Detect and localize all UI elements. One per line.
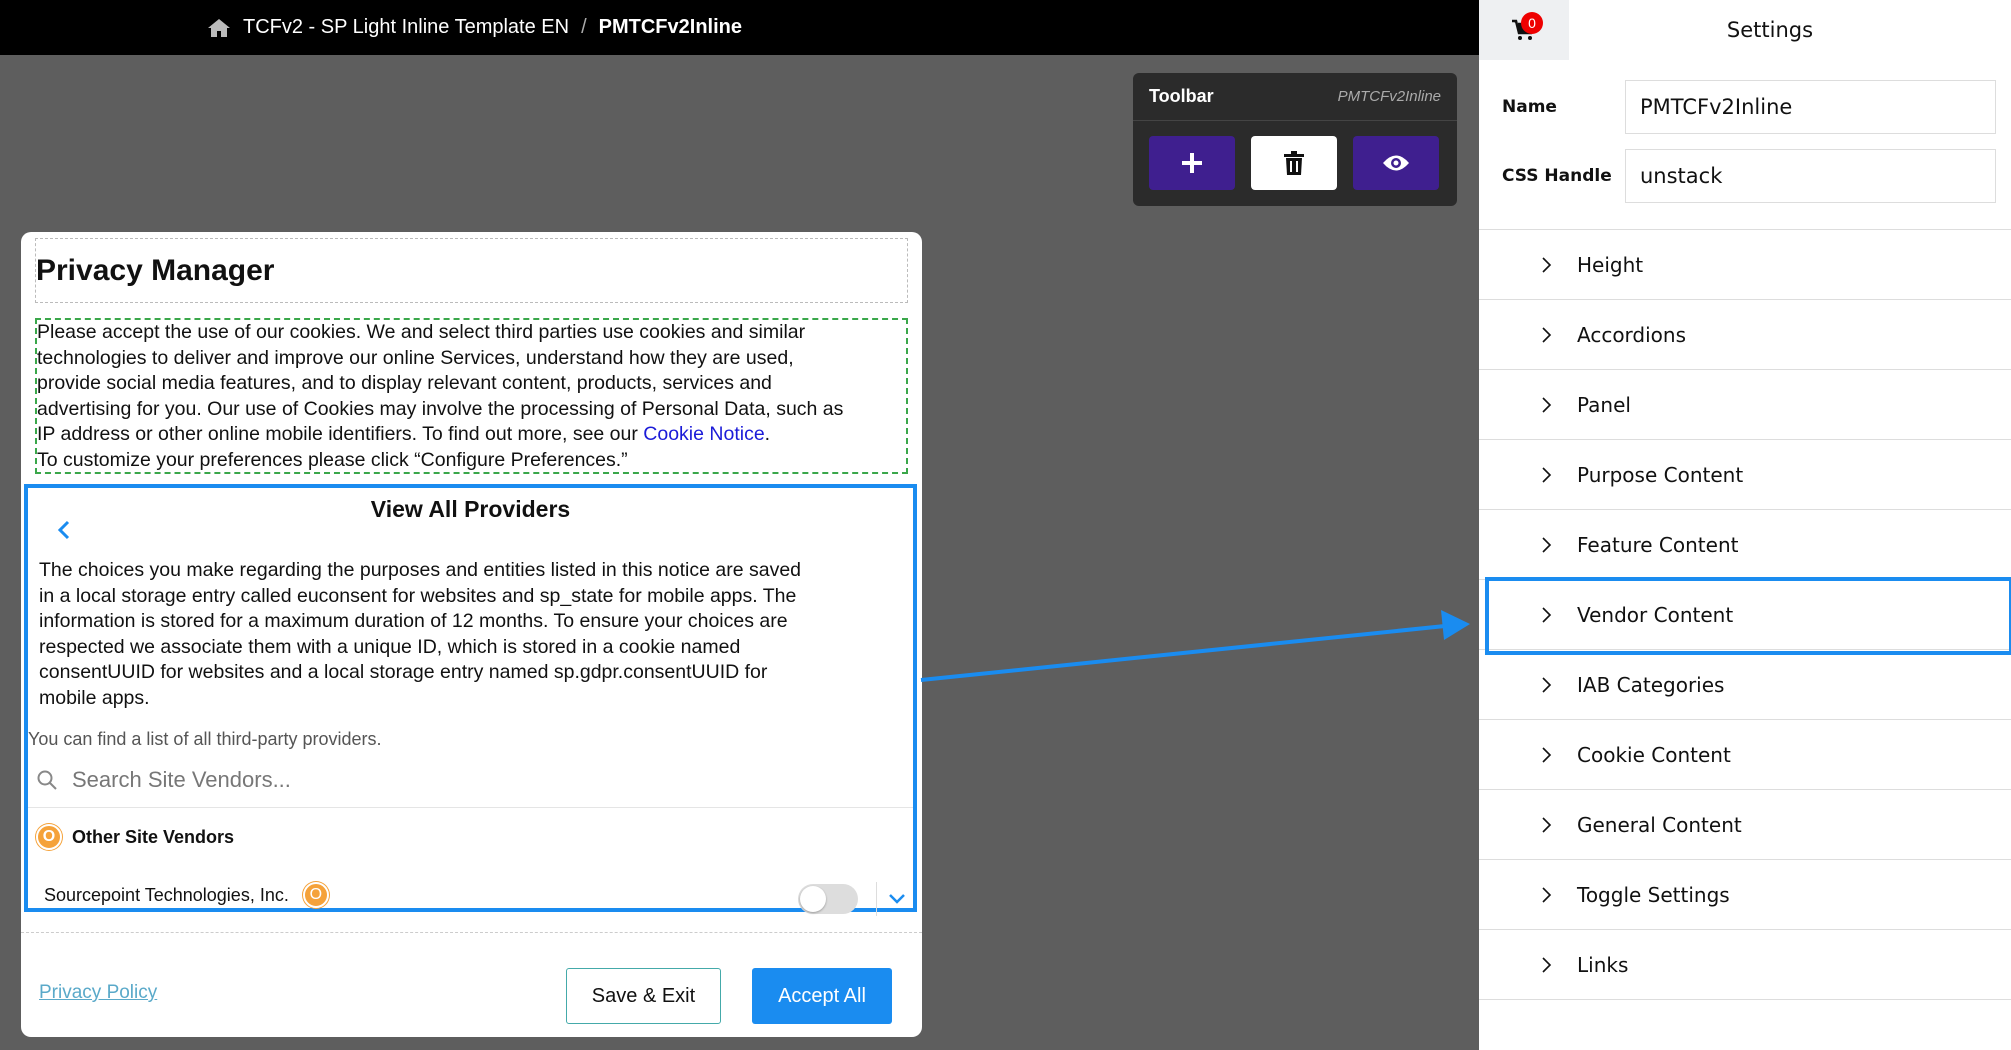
breadcrumb-parent[interactable]: TCFv2 - SP Light Inline Template EN [243, 16, 569, 39]
breadcrumb: TCFv2 - SP Light Inline Template EN / PM… [0, 0, 1479, 55]
cookie-notice-link[interactable]: Cookie Notice [643, 423, 764, 445]
accordion-vendor-content[interactable]: Vendor Content [1479, 577, 2011, 655]
breadcrumb-current: PMTCFv2Inline [598, 16, 742, 38]
settings-accordions: Height Accordions Panel Purpose Content … [1479, 229, 2011, 1000]
name-input[interactable] [1625, 79, 1996, 134]
preview-button[interactable] [1353, 136, 1439, 190]
name-label: Name [1502, 96, 1557, 117]
providers-line: respected we associate them with a uniqu… [39, 635, 741, 658]
desc-line: technologies to deliver and improve our … [37, 346, 794, 369]
accordion-feature-content[interactable]: Feature Content [1479, 510, 2011, 580]
view-all-providers-panel[interactable]: View All Providers The choices you make … [24, 484, 917, 916]
trash-icon [1284, 151, 1304, 175]
desc-line: To customize your preferences please cli… [37, 448, 628, 471]
chevron-right-icon [1542, 536, 1552, 553]
accordion-purpose-content[interactable]: Purpose Content [1479, 440, 2011, 510]
css-handle-input[interactable] [1625, 148, 1996, 203]
accordion-links[interactable]: Links [1479, 930, 2011, 1000]
toolbar: Toolbar PMTCFv2Inline [1133, 73, 1457, 206]
vendor-row[interactable]: Sourcepoint Technologies, Inc. O [44, 882, 329, 908]
vendor-search-input[interactable] [72, 767, 852, 793]
chevron-down-icon[interactable] [888, 892, 906, 906]
privacy-manager-modal: Privacy Manager Please accept the use of… [21, 232, 922, 1037]
vendor-group-header[interactable]: O Other Site Vendors [36, 824, 234, 850]
providers-line: consentUUID for websites and a local sto… [39, 661, 768, 683]
chevron-right-icon [1542, 956, 1552, 973]
accept-all-button[interactable]: Accept All [752, 968, 892, 1024]
accordion-toggle-settings[interactable]: Toggle Settings [1479, 860, 2011, 930]
desc-line: advertising for you. Our use of Cookies … [37, 397, 844, 420]
toolbar-subtitle: PMTCFv2Inline [1337, 88, 1441, 105]
cart-count-badge: 0 [1521, 12, 1543, 34]
providers-line: information is stored for a maximum dura… [39, 610, 788, 632]
chevron-right-icon [1542, 886, 1552, 903]
accordion-height[interactable]: Height [1479, 230, 2011, 300]
privacy-policy-link[interactable]: Privacy Policy [39, 982, 157, 1004]
chevron-right-icon [1542, 816, 1552, 833]
toggle-knob [800, 886, 826, 912]
providers-line: mobile apps. [39, 686, 150, 709]
chevron-right-icon [1542, 466, 1552, 483]
desc-line: Please accept the use of our cookies. We… [37, 321, 806, 343]
save-exit-button[interactable]: Save & Exit [566, 968, 721, 1024]
desc-line: IP address or other online mobile identi… [37, 423, 771, 445]
providers-line: in a local storage entry called euconsen… [39, 584, 797, 607]
search-icon [37, 770, 57, 790]
divider [876, 882, 877, 916]
delete-button[interactable] [1251, 136, 1337, 190]
accordion-cookie-content[interactable]: Cookie Content [1479, 720, 2011, 790]
toolbar-title: Toolbar [1149, 86, 1214, 106]
vendor-group-label: Other Site Vendors [72, 826, 235, 847]
vendor-group-badge: O [36, 824, 62, 850]
providers-line: The choices you make regarding the purpo… [39, 559, 802, 581]
chevron-right-icon [1542, 326, 1552, 343]
accordion-panel[interactable]: Panel [1479, 370, 2011, 440]
plus-icon [1182, 153, 1202, 173]
accordion-general-content[interactable]: General Content [1479, 790, 2011, 860]
home-icon[interactable] [207, 17, 231, 39]
settings-panel: 0 Settings Name CSS Handle Height Accord… [1479, 0, 2011, 1050]
providers-list-note: You can find a list of all third-party p… [28, 729, 382, 749]
accordion-iab-categories[interactable]: IAB Categories [1479, 650, 2011, 720]
vendor-badge: O [302, 882, 329, 908]
breadcrumb-separator: / [581, 16, 587, 38]
css-handle-label: CSS Handle [1502, 165, 1612, 186]
modal-title: Privacy Manager [36, 253, 275, 287]
toolbar-header: Toolbar PMTCFv2Inline [1133, 73, 1457, 121]
accordion-accordions[interactable]: Accordions [1479, 300, 2011, 370]
chevron-right-icon [1542, 606, 1552, 623]
description-container[interactable]: Please accept the use of our cookies. We… [35, 318, 908, 474]
chevron-right-icon [1542, 746, 1552, 763]
eye-icon [1383, 155, 1409, 171]
chevron-right-icon [1542, 676, 1552, 693]
settings-title: Settings [1726, 18, 1814, 42]
desc-line: provide social media features, and to di… [37, 372, 772, 394]
vendor-search [28, 753, 913, 808]
add-button[interactable] [1149, 136, 1235, 190]
footer-divider [21, 932, 922, 933]
chevron-right-icon [1542, 396, 1552, 413]
providers-title: View All Providers [370, 496, 571, 522]
vendor-consent-toggle[interactable] [798, 884, 858, 914]
title-container[interactable]: Privacy Manager [35, 238, 908, 303]
vendor-name: Sourcepoint Technologies, Inc. [44, 884, 289, 905]
providers-description: The choices you make regarding the purpo… [39, 558, 909, 711]
chevron-left-icon[interactable] [54, 518, 74, 542]
cart-tab[interactable]: 0 [1479, 0, 1569, 60]
chevron-right-icon [1542, 256, 1552, 273]
